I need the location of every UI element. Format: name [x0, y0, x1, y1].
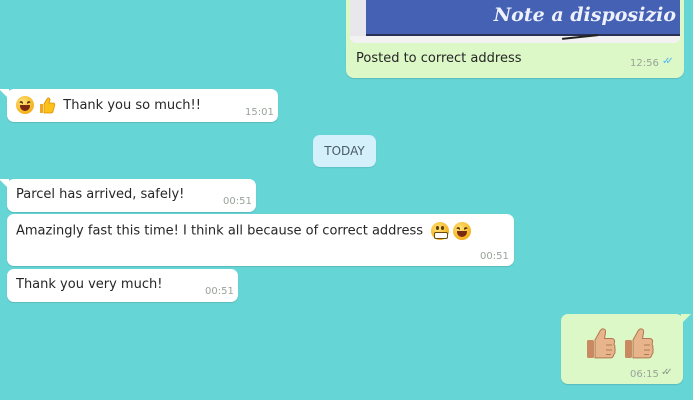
- grimacing-face-emoji: [431, 222, 450, 240]
- message-body: Amazingly fast this time! I think all be…: [16, 222, 472, 240]
- date-separator: TODAY: [313, 135, 376, 167]
- incoming-message-thanks[interactable]: Thank you so much!! 15:01: [0, 89, 278, 122]
- message-body: [585, 326, 655, 360]
- message-text: Thank you so much!!: [63, 97, 201, 113]
- chat-panel: Note a disposizio Posted to correct addr…: [0, 0, 693, 400]
- message-text: Amazingly fast this time! I think all be…: [16, 223, 424, 239]
- message-time: 12:56: [630, 58, 659, 69]
- thumbs-up-emoji: [585, 326, 617, 360]
- incoming-message-fast[interactable]: Amazingly fast this time! I think all be…: [7, 214, 514, 266]
- message-time: 06:15: [630, 369, 659, 380]
- laughing-face-emoji: [16, 96, 34, 114]
- message-text: Thank you very much!: [16, 277, 163, 292]
- thumbs-up-emoji: [623, 326, 655, 360]
- message-text: Parcel has arrived, safely!: [16, 187, 185, 202]
- incoming-message-arrived[interactable]: Parcel has arrived, safely! 00:51: [0, 179, 256, 212]
- laughing-face-emoji: [453, 222, 472, 240]
- incoming-message-thanks-very[interactable]: Thank you very much! 00:51: [7, 269, 238, 302]
- message-photo[interactable]: Note a disposizio: [350, 0, 680, 43]
- double-check-icon: ✓✓: [662, 56, 674, 67]
- message-body: Thank you so much!!: [16, 96, 201, 114]
- message-time: 15:01: [245, 107, 274, 118]
- double-check-icon: ✓✓: [661, 367, 673, 378]
- outgoing-photo-message[interactable]: Note a disposizio Posted to correct addr…: [346, 0, 684, 78]
- photo-envelope-text: Note a disposizio: [493, 4, 676, 26]
- message-time: 00:51: [480, 251, 509, 262]
- outgoing-message-thumbs[interactable]: 06:15 ✓✓: [561, 314, 691, 384]
- thumbs-up-emoji: [38, 96, 56, 114]
- photo-caption: Posted to correct address: [356, 51, 522, 66]
- photo-envelope-strip: [350, 36, 680, 43]
- message-time: 00:51: [205, 286, 234, 297]
- message-time: 00:51: [223, 196, 252, 207]
